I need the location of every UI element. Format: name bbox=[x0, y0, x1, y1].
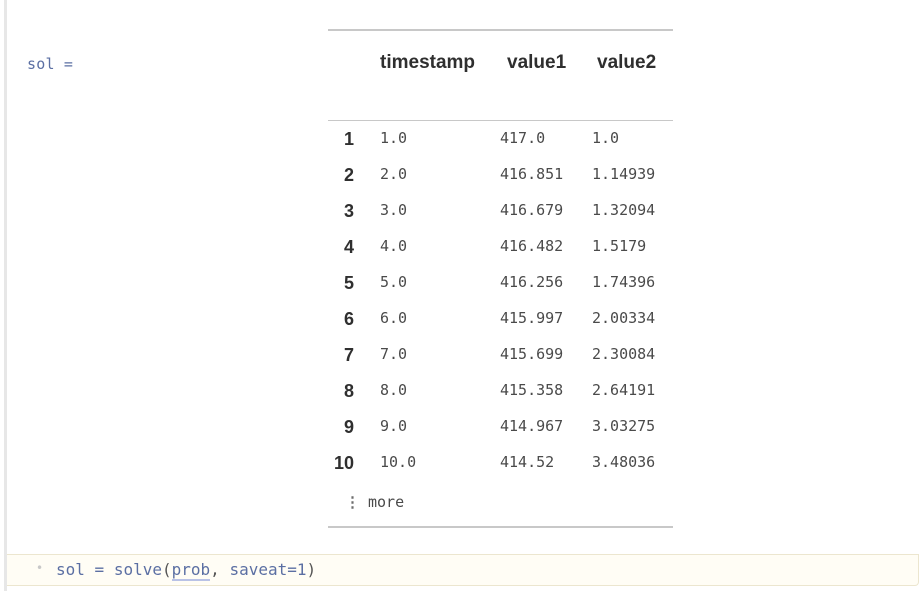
row-index: 10 bbox=[333, 453, 354, 473]
table-cell-value2: 1.5179 bbox=[592, 237, 647, 255]
table-cell-timestamp: 4.0 bbox=[380, 237, 408, 255]
code-number-literal: 1 bbox=[296, 560, 307, 579]
column-header-value1: value1 bbox=[507, 52, 567, 73]
code-variable: sol bbox=[56, 560, 85, 579]
table-cell-value2: 1.14939 bbox=[592, 165, 656, 183]
output-variable-label: sol = bbox=[27, 55, 74, 73]
more-rows-button[interactable]: ⋮ more bbox=[345, 493, 404, 511]
table-cell-value1: 414.52 bbox=[500, 453, 555, 471]
table-cell-value2: 2.30084 bbox=[592, 345, 656, 363]
table-cell-value2: 1.0 bbox=[592, 129, 620, 147]
table-cell-value2: 1.32094 bbox=[592, 201, 656, 219]
table-row: 6 6.0 415.997 2.00334 bbox=[328, 301, 673, 337]
cell-bullet-icon: • bbox=[36, 561, 44, 575]
code-line[interactable]: sol = solve(prob, saveat=1) bbox=[56, 560, 317, 581]
code-assign-operator: = bbox=[94, 560, 105, 579]
table-cell-value1: 415.358 bbox=[500, 381, 564, 399]
column-header-timestamp: timestamp bbox=[380, 52, 476, 73]
table-cell-value2: 3.03275 bbox=[592, 417, 656, 435]
dataframe-table: timestamp value1 value2 1 1.0 417.0 1.0 2 2.0… bbox=[328, 29, 673, 528]
table-cell-timestamp: 1.0 bbox=[380, 129, 408, 147]
table-row: 4 4.0 416.482 1.5179 bbox=[328, 229, 673, 265]
table-row: 10 10.0 414.52 3.48036 bbox=[328, 445, 673, 481]
table-cell-value1: 416.482 bbox=[500, 237, 564, 255]
table-cell-timestamp: 6.0 bbox=[380, 309, 408, 327]
table-row: 9 9.0 414.967 3.03275 bbox=[328, 409, 673, 445]
more-label: more bbox=[368, 493, 405, 511]
row-index: 6 bbox=[343, 309, 354, 329]
table-cell-timestamp: 5.0 bbox=[380, 273, 408, 291]
code-comma: , bbox=[210, 560, 220, 579]
notebook-cell: sol = timestamp value1 value2 1 1.0 417.0 1… bbox=[4, 0, 920, 591]
row-index: 4 bbox=[343, 237, 354, 257]
table-row: 2 2.0 416.851 1.14939 bbox=[328, 157, 673, 193]
code-close-paren: ) bbox=[306, 560, 317, 579]
table-cell-value1: 415.699 bbox=[500, 345, 564, 363]
code-input-bar[interactable]: • sol = solve(prob, saveat=1) bbox=[7, 554, 919, 586]
table-cell-timestamp: 3.0 bbox=[380, 201, 408, 219]
table-cell-value1: 416.851 bbox=[500, 165, 564, 183]
row-index: 8 bbox=[343, 381, 354, 401]
code-open-paren: ( bbox=[162, 560, 172, 579]
code-function-name: solve bbox=[113, 560, 162, 579]
table-row: 3 3.0 416.679 1.32094 bbox=[328, 193, 673, 229]
column-header-value2: value2 bbox=[597, 52, 657, 73]
row-index: 3 bbox=[343, 201, 354, 221]
table-row: 1 1.0 417.0 1.0 bbox=[328, 121, 673, 157]
table-cell-value1: 415.997 bbox=[500, 309, 564, 327]
table-cell-value2: 2.00334 bbox=[592, 309, 656, 327]
vertical-ellipsis-icon: ⋮ bbox=[345, 493, 360, 511]
table-row: 7 7.0 415.699 2.30084 bbox=[328, 337, 673, 373]
row-index: 9 bbox=[343, 417, 354, 437]
table-cell-timestamp: 7.0 bbox=[380, 345, 408, 363]
code-keyword-argument: saveat bbox=[229, 560, 288, 579]
table-row: 8 8.0 415.358 2.64191 bbox=[328, 373, 673, 409]
table-cell-timestamp: 8.0 bbox=[380, 381, 408, 399]
row-index: 2 bbox=[343, 165, 354, 185]
code-keyword-equals: = bbox=[287, 560, 297, 579]
row-index: 1 bbox=[343, 129, 354, 149]
table-header: timestamp value1 value2 bbox=[328, 31, 673, 121]
table-row: 5 5.0 416.256 1.74396 bbox=[328, 265, 673, 301]
code-argument-link[interactable]: prob bbox=[171, 560, 211, 581]
row-index: 5 bbox=[343, 273, 354, 293]
table-cell-value1: 417.0 bbox=[500, 129, 546, 147]
table-cell-value1: 416.679 bbox=[500, 201, 564, 219]
table-cell-value1: 416.256 bbox=[500, 273, 564, 291]
table-cell-value1: 414.967 bbox=[500, 417, 564, 435]
row-index: 7 bbox=[343, 345, 354, 365]
table-cell-timestamp: 2.0 bbox=[380, 165, 408, 183]
table-cell-timestamp: 9.0 bbox=[380, 417, 408, 435]
table-cell-value2: 2.64191 bbox=[592, 381, 656, 399]
table-cell-timestamp: 10.0 bbox=[380, 453, 417, 471]
table-cell-value2: 1.74396 bbox=[592, 273, 656, 291]
table-cell-value2: 3.48036 bbox=[592, 453, 656, 471]
